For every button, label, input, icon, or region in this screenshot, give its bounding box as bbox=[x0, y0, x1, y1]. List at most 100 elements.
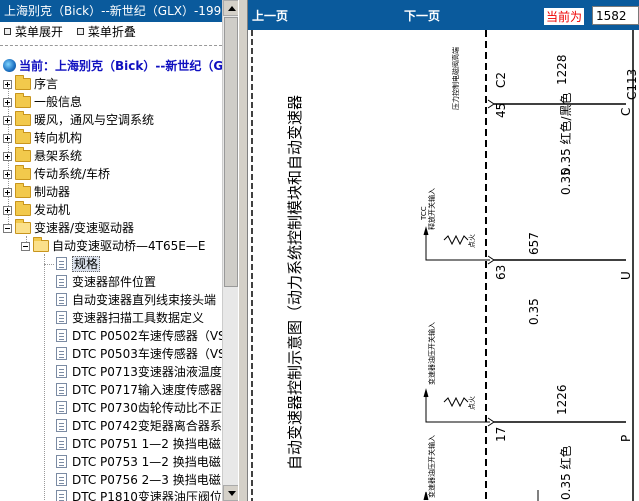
wire-657-label: 657 bbox=[527, 232, 541, 255]
divider bbox=[0, 45, 222, 46]
tree-item-engine[interactable]: 发动机 bbox=[3, 201, 70, 219]
tcc-label: TCC bbox=[420, 206, 428, 221]
tree-item-4t65e[interactable]: 自动变速驱动桥—4T65E—E bbox=[21, 237, 205, 255]
document-icon bbox=[56, 401, 67, 414]
tree-item-label: DTC P0730齿轮传动比不正 bbox=[72, 401, 222, 415]
prev-page-link[interactable]: 上一页 bbox=[252, 7, 288, 24]
wire-line bbox=[425, 230, 490, 261]
folder-icon bbox=[15, 165, 31, 180]
tree-item-preface[interactable]: 序言 bbox=[3, 75, 58, 93]
document-icon bbox=[56, 383, 67, 396]
connector-c2-label: C2 bbox=[494, 72, 508, 88]
current-page-label: 当前为 bbox=[544, 8, 585, 25]
tree-item-doc[interactable]: DTC P0503车速传感器（VS bbox=[56, 345, 222, 363]
expand-icon[interactable] bbox=[3, 188, 12, 197]
tree-item-label: 转向机构 bbox=[34, 131, 83, 145]
next-page-link[interactable]: 下一页 bbox=[404, 7, 440, 24]
tree-item-label: DTC P1810变速器油压阀位 bbox=[72, 490, 222, 501]
tree-item-doc[interactable]: DTC P0756 2—3 换挡电磁 bbox=[56, 471, 221, 489]
collapse-icon[interactable] bbox=[21, 242, 30, 251]
expand-all-button[interactable]: 菜单展开 bbox=[4, 22, 63, 42]
tree-item-label: 变速器部件位置 bbox=[72, 275, 157, 289]
tree-item-hvac[interactable]: 暖风，通风与空调系统 bbox=[3, 111, 154, 129]
document-icon bbox=[56, 275, 67, 288]
page-number-input[interactable] bbox=[592, 6, 639, 25]
tree-item-label: 变速器扫描工具数据定义 bbox=[72, 311, 205, 325]
expand-icon[interactable] bbox=[3, 134, 12, 143]
expand-icon[interactable] bbox=[3, 116, 12, 125]
folder-icon bbox=[15, 147, 31, 162]
tree-item-label: DTC P0717输入速度传感器 bbox=[72, 383, 222, 397]
resistor-icon bbox=[443, 234, 469, 246]
wire-035-red-label: 0.35 红色 bbox=[558, 445, 573, 500]
expand-icon[interactable] bbox=[3, 170, 12, 179]
tree-item-label: DTC P0503车速传感器（VS bbox=[72, 347, 222, 361]
document-icon bbox=[56, 490, 67, 501]
scrollbar-thumb[interactable] bbox=[224, 17, 238, 287]
scroll-down-icon[interactable] bbox=[223, 485, 239, 501]
wire-035-b-label: 0.35 bbox=[559, 168, 573, 195]
tree-item-doc[interactable]: DTC P0717输入速度传感器 bbox=[56, 381, 222, 399]
folder-open-icon bbox=[15, 219, 31, 234]
document-icon bbox=[56, 347, 67, 360]
document-icon bbox=[56, 329, 67, 342]
tcc-release-label: 释放开关输入 bbox=[427, 188, 436, 230]
tree-item-label: 一般信息 bbox=[34, 95, 83, 109]
ignition-label-1: 点火 bbox=[468, 234, 476, 248]
menu-row: 菜单展开 菜单折叠 bbox=[0, 22, 222, 42]
folder-open-icon bbox=[33, 237, 49, 252]
scroll-up-icon[interactable] bbox=[223, 0, 239, 16]
collapse-all-button[interactable]: 菜单折叠 bbox=[76, 22, 136, 42]
folder-icon bbox=[15, 93, 31, 108]
wire-1228-label: 1228 bbox=[555, 54, 569, 85]
folder-icon bbox=[15, 111, 31, 126]
tree-item-suspension[interactable]: 悬架系统 bbox=[3, 147, 82, 165]
collapse-icon[interactable] bbox=[3, 224, 12, 233]
tree-scrollbar[interactable] bbox=[222, 0, 239, 501]
tree-item-label: DTC P0756 2—3 换挡电磁 bbox=[72, 473, 221, 487]
tree-item-label: DTC P0751 1—2 换挡电磁 bbox=[72, 437, 221, 451]
tree-item-doc[interactable]: 变速器部件位置 bbox=[56, 273, 156, 291]
tree-item-brakes[interactable]: 制动器 bbox=[3, 183, 70, 201]
document-icon bbox=[56, 293, 67, 306]
tree-item-label: 序言 bbox=[34, 77, 59, 91]
expand-all-label: 菜单展开 bbox=[15, 25, 64, 39]
pane-splitter[interactable] bbox=[238, 0, 248, 501]
document-icon bbox=[56, 419, 67, 432]
tree-item-transmission[interactable]: 变速器/变速驱动器 bbox=[3, 219, 134, 237]
pin-17-label: 17 bbox=[494, 427, 508, 442]
expand-icon[interactable] bbox=[3, 80, 12, 89]
diagram-title: 自动变速器控制示意图（动力系统控制模块和自动变速器 bbox=[286, 95, 304, 470]
arrow-icon bbox=[423, 388, 429, 398]
tree-item-label: 传动系统/车桥 bbox=[34, 167, 111, 181]
tree-item-doc[interactable]: DTC P0742变矩器离合器系 bbox=[56, 417, 222, 435]
tree-item-doc[interactable]: DTC P1810变速器油压阀位 bbox=[56, 488, 222, 501]
expand-icon[interactable] bbox=[3, 206, 12, 215]
tree-item-doc[interactable]: 自动变速器直列线束接头端 bbox=[56, 291, 216, 309]
pin-63-label: 63 bbox=[494, 265, 508, 280]
tree-item-steering[interactable]: 转向机构 bbox=[3, 129, 82, 147]
tree-item-label: 变速器/变速驱动器 bbox=[34, 221, 135, 235]
tree-pane: 上海别克（Bick）--新世纪（GLX）-1999 菜单展开 菜单折叠 当前：上… bbox=[0, 0, 222, 501]
tree-pane-title: 上海别克（Bick）--新世纪（GLX）-1999 bbox=[0, 0, 222, 22]
tree-item-doc[interactable]: DTC P0753 1—2 换挡电磁 bbox=[56, 453, 221, 471]
tree-item-specs[interactable]: 规格 bbox=[56, 255, 101, 273]
tree-item-doc[interactable]: DTC P0713变速器油液温度 bbox=[56, 363, 222, 381]
tree-item-doc[interactable]: DTC P0502车速传感器（VS bbox=[56, 327, 222, 345]
wire-1226-label: 1226 bbox=[555, 384, 569, 415]
viewer-pane: 上一页 下一页 当前为 自动变速器控制示意图（动力系统控制模块和自动变速器 C 1… bbox=[248, 0, 639, 501]
document-icon bbox=[56, 437, 67, 450]
tree-item-doc[interactable]: DTC P0730齿轮传动比不正 bbox=[56, 399, 222, 417]
expand-icon[interactable] bbox=[3, 98, 12, 107]
folder-icon bbox=[15, 129, 31, 144]
current-location-label: 当前：上海别克（Bick）--新世纪（GLX） bbox=[19, 59, 222, 73]
tree-item-doc[interactable]: DTC P0751 1—2 换挡电磁 bbox=[56, 435, 221, 453]
tree-item-general-info[interactable]: 一般信息 bbox=[3, 93, 82, 111]
tree-item-label: 自动变速器直列线束接头端 bbox=[72, 293, 217, 307]
tree-item-doc[interactable]: 变速器扫描工具数据定义 bbox=[56, 309, 204, 327]
globe-icon bbox=[3, 59, 16, 72]
expand-icon[interactable] bbox=[3, 152, 12, 161]
tree-item-driveline[interactable]: 传动系统/车桥 bbox=[3, 165, 110, 183]
pin-c-label: C bbox=[619, 108, 633, 116]
wire-035-redblack-label: 0.35 红色/黑色 bbox=[558, 92, 573, 175]
